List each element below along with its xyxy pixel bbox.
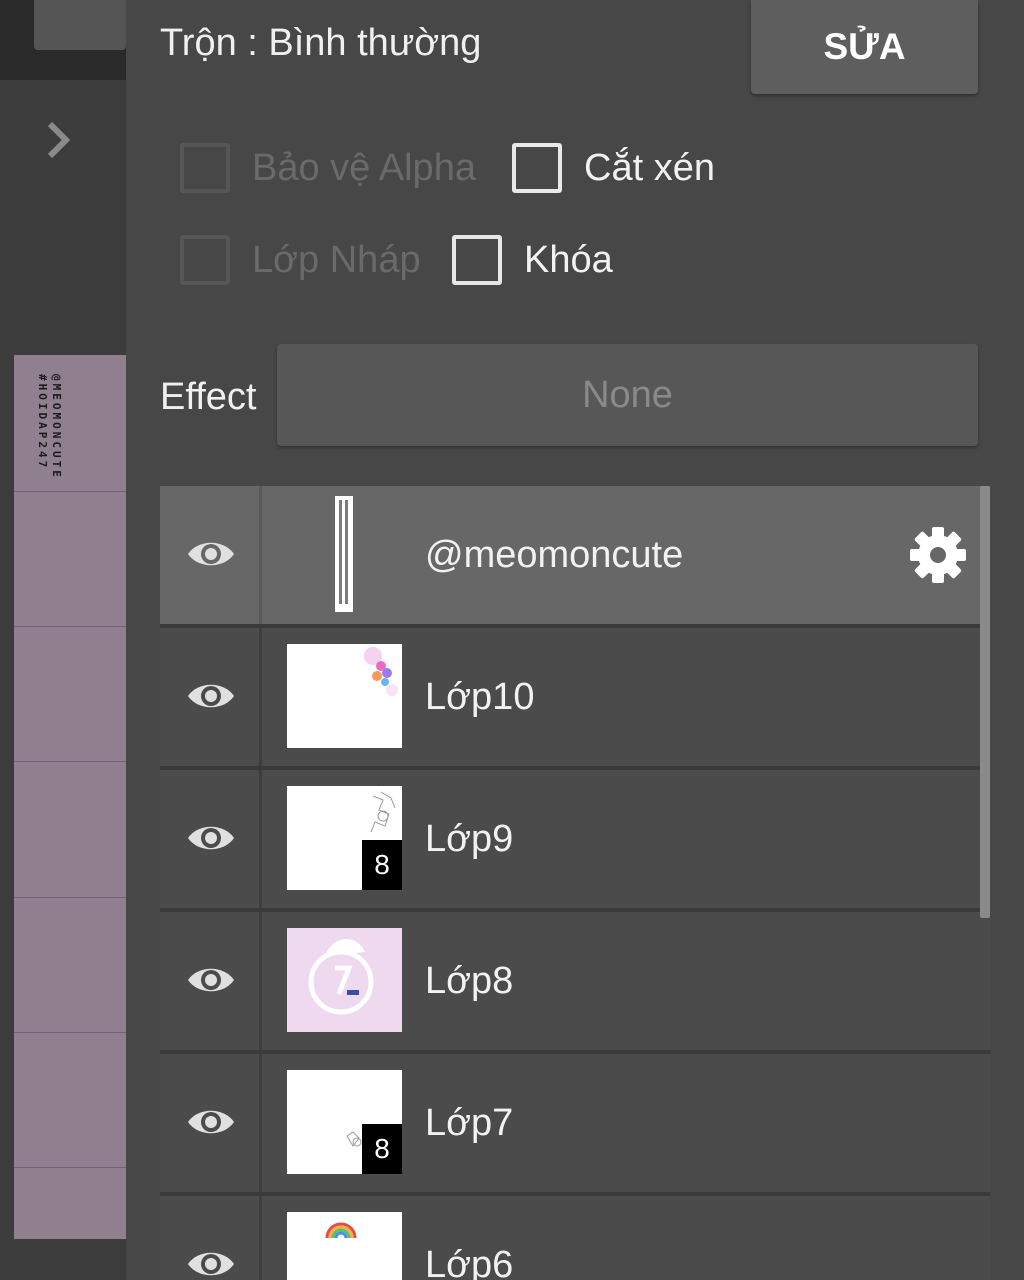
protect-alpha-label: Bảo vệ Alpha (252, 146, 476, 189)
lock-checkbox[interactable] (452, 235, 502, 285)
effect-select[interactable]: None (277, 344, 978, 446)
left-strip: @MEOMONCUTE #HOIDAP247 (0, 0, 126, 1280)
layer-row[interactable]: 8 Lớp7 (160, 1054, 990, 1196)
layer-badge: 8 (362, 840, 402, 890)
lock-option[interactable]: Khóa (452, 235, 613, 285)
layer-name: Lớp9 (425, 818, 514, 860)
visibility-toggle[interactable] (160, 912, 262, 1050)
gear-icon[interactable] (909, 526, 967, 584)
layer-name: Lớp10 (425, 676, 535, 718)
layer-row[interactable]: Lớp8 (160, 912, 990, 1054)
eye-icon[interactable] (186, 962, 236, 998)
protect-alpha-option: Bảo vệ Alpha (180, 143, 476, 193)
canvas-preview (14, 355, 126, 1239)
layer-thumbnail (287, 1212, 402, 1280)
layer-thumbnail: 8 (287, 1070, 402, 1174)
edit-button[interactable]: SỬA (751, 0, 978, 94)
left-toolbar-area (0, 0, 126, 80)
visibility-toggle[interactable] (160, 1196, 262, 1280)
layer-row[interactable]: Lớp10 (160, 628, 990, 770)
layer-name: Lớp7 (425, 1102, 514, 1144)
layer-name: @meomoncute (425, 534, 684, 576)
layer-thumbnail (335, 496, 353, 612)
layer-row[interactable]: Lớp6 (160, 1196, 990, 1280)
protect-alpha-checkbox (180, 143, 230, 193)
eye-icon[interactable] (186, 820, 236, 856)
canvas-watermark: @MEOMONCUTE #HOIDAP247 (36, 374, 66, 604)
clipping-checkbox[interactable] (512, 143, 562, 193)
effect-label: Effect (160, 376, 257, 418)
draft-layer-option: Lớp Nháp (180, 235, 421, 285)
blend-mode-label[interactable]: Trộn : Bình thường (160, 22, 481, 65)
layer-name: Lớp8 (425, 960, 514, 1002)
layer-row[interactable]: @meomoncute (160, 486, 990, 628)
layer-list-scrollbar[interactable] (980, 486, 990, 918)
visibility-toggle[interactable] (160, 486, 262, 624)
clipping-option[interactable]: Cắt xén (512, 143, 715, 193)
watermark-line-1: @MEOMONCUTE (50, 374, 63, 480)
visibility-toggle[interactable] (160, 770, 262, 908)
clipping-label[interactable]: Cắt xén (584, 147, 715, 190)
layer-name: Lớp6 (425, 1244, 514, 1280)
layer-thumbnail (287, 644, 402, 748)
lock-label[interactable]: Khóa (524, 239, 613, 282)
visibility-toggle[interactable] (160, 1054, 262, 1192)
eye-icon[interactable] (186, 1104, 236, 1140)
layer-badge: 8 (362, 1124, 402, 1174)
layer-row[interactable]: 8 Lớp9 (160, 770, 990, 912)
layer-list[interactable]: @meomoncute Lớp10 8 Lớp9 Lớp8 8 Lớp7 Lớp… (160, 486, 990, 1280)
layer-thumbnail (287, 928, 402, 1032)
draft-layer-checkbox (180, 235, 230, 285)
visibility-toggle[interactable] (160, 628, 262, 766)
toolbar-button[interactable] (34, 0, 126, 50)
eye-icon[interactable] (186, 536, 236, 572)
chevron-right-icon[interactable] (40, 118, 80, 162)
layer-thumbnail: 8 (287, 786, 402, 890)
eye-icon[interactable] (186, 678, 236, 714)
eye-icon[interactable] (186, 1246, 236, 1280)
draft-layer-label: Lớp Nháp (252, 238, 421, 281)
watermark-line-2: #HOIDAP247 (36, 374, 49, 471)
